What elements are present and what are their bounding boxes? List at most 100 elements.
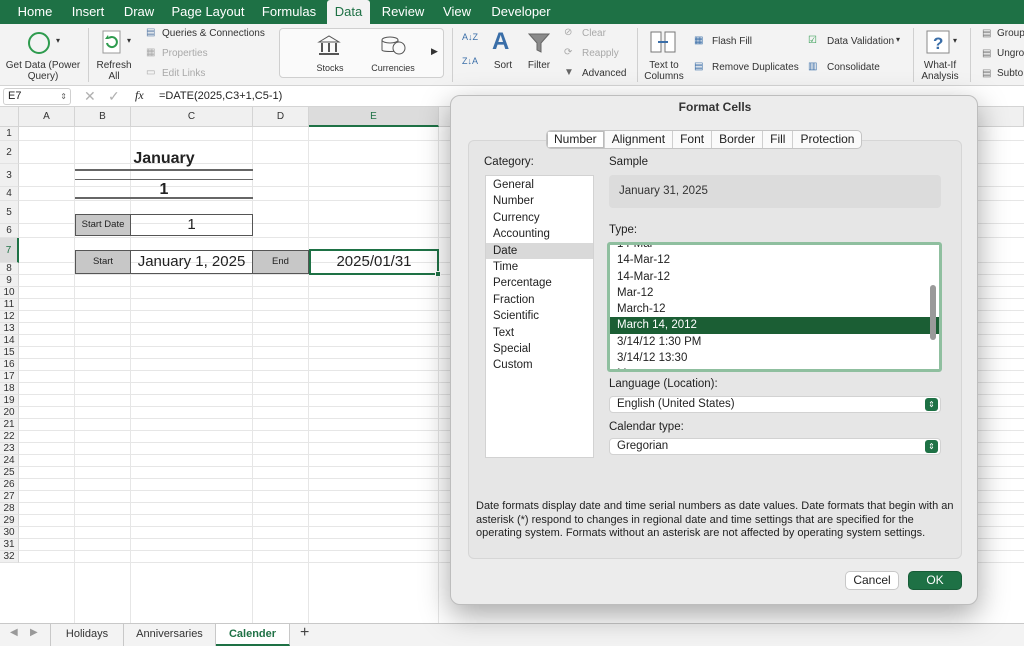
row-header[interactable]: 32 [0,551,19,563]
column-header[interactable]: E [309,107,439,127]
list-item[interactable]: Text [486,325,593,341]
cancel-button[interactable]: Cancel [845,571,899,590]
column-header[interactable]: A [19,107,75,127]
calendar-type-select[interactable]: Gregorian ⇕ [609,438,941,455]
row-header[interactable]: 27 [0,491,19,503]
list-item[interactable]: Custom [486,357,593,373]
cancel-icon[interactable]: ✕ [84,88,96,105]
list-item-selected[interactable]: Date [486,242,593,259]
list-item[interactable]: Accounting [486,226,593,242]
get-data-button[interactable]: Get Data (Power Query) [2,60,84,82]
fill-handle[interactable] [435,271,441,277]
row-header[interactable]: 5 [0,201,19,224]
edit-links-button[interactable]: Edit Links [162,68,205,79]
column-header[interactable]: C [131,107,253,127]
tab-page-layout[interactable]: Page Layout [166,0,250,24]
list-item[interactable]: 3/14/12 1:30 PM [610,334,939,350]
row-header[interactable]: 29 [0,515,19,527]
ok-button[interactable]: OK [908,571,962,590]
list-item[interactable]: 3/14/12 13:30 [610,350,939,366]
tab-font[interactable]: Font [673,131,713,148]
subtotal-button[interactable]: Subto [997,68,1023,79]
list-item[interactable]: Fraction [486,292,593,308]
tab-fill[interactable]: Fill [763,131,794,148]
tab-draw[interactable]: Draw [116,0,162,24]
start-value[interactable]: January 1, 2025 [131,250,253,274]
list-item[interactable]: General [486,177,593,193]
row-header[interactable]: 1 [0,127,19,141]
sheet-tab-anniversaries[interactable]: Anniversaries [124,624,216,646]
list-item[interactable]: 14-Mar-12 [610,252,939,268]
list-item[interactable]: Special [486,341,593,357]
sort-button[interactable]: Sort [488,60,518,71]
formula-input[interactable]: =DATE(2025,C3+1,C5-1) [159,90,282,102]
list-item[interactable]: Scientific [486,308,593,324]
language-select[interactable]: English (United States) ⇕ [609,396,941,413]
row-header[interactable]: 9 [0,275,19,287]
sheet-tab-holidays[interactable]: Holidays [50,624,124,646]
row-header[interactable]: 13 [0,323,19,335]
row-header[interactable]: 21 [0,419,19,431]
data-validation-button[interactable]: Data Validation [827,36,894,47]
tab-number[interactable]: Number [547,131,605,148]
stocks-button[interactable]: Stocks [305,63,355,74]
month-title[interactable]: January [75,146,253,171]
what-if-analysis-button[interactable]: What-If Analysis [916,60,964,82]
row-header[interactable]: 15 [0,347,19,359]
sort-desc-icon[interactable]: Z↓A [462,56,478,66]
row-header[interactable]: 18 [0,383,19,395]
list-item[interactable]: 14-Mar [610,245,939,252]
reapply-button[interactable]: Reapply [582,48,619,59]
group-button[interactable]: Group [997,28,1024,39]
add-sheet-icon[interactable]: + [300,624,309,642]
properties-button[interactable]: Properties [162,48,208,59]
month-number[interactable]: 1 [75,179,253,199]
list-item[interactable]: Currency [486,210,593,226]
start-label[interactable]: Start [75,250,131,274]
chevron-updown-icon[interactable]: ⇕ [60,89,67,104]
list-item[interactable]: March-12 [610,301,939,317]
select-all-corner[interactable] [0,107,19,127]
row-header[interactable]: 12 [0,311,19,323]
tab-data[interactable]: Data [327,0,370,24]
row-header[interactable]: 26 [0,479,19,491]
type-list-scrollbar[interactable] [930,285,936,340]
list-item-selected[interactable]: March 14, 2012 [610,317,939,334]
category-list[interactable]: General Number Currency Accounting Date … [485,175,594,458]
row-header[interactable]: 23 [0,443,19,455]
row-header[interactable]: 17 [0,371,19,383]
column-header[interactable]: D [253,107,309,127]
end-label[interactable]: End [253,250,309,274]
refresh-all-button[interactable]: Refresh All [93,60,135,82]
enter-icon[interactable]: ✓ [108,88,120,105]
row-header[interactable]: 31 [0,539,19,551]
start-date-value[interactable]: 1 [131,214,253,236]
row-header[interactable]: 3 [0,164,19,187]
list-item[interactable]: Percentage [486,275,593,291]
queries-connections-button[interactable]: Queries & Connections [162,28,265,39]
row-header[interactable]: 30 [0,527,19,539]
row-header[interactable]: 8 [0,263,19,275]
sheet-tab-calender[interactable]: Calender [216,624,290,646]
filter-button[interactable]: Filter [524,60,554,71]
text-to-columns-button[interactable]: Text to Columns [640,60,688,82]
scroll-left-icon[interactable]: ◀ [10,627,18,638]
list-item[interactable]: 14-Mar-12 [610,269,939,285]
row-header[interactable]: 28 [0,503,19,515]
consolidate-button[interactable]: Consolidate [827,62,880,73]
row-header[interactable]: 10 [0,287,19,299]
list-item[interactable]: Time [486,259,593,275]
list-item[interactable]: M [610,366,939,369]
row-header[interactable]: 25 [0,467,19,479]
tab-developer[interactable]: Developer [486,0,556,24]
tab-insert[interactable]: Insert [64,0,112,24]
row-header[interactable]: 24 [0,455,19,467]
row-header[interactable]: 2 [0,141,19,164]
advanced-button[interactable]: Advanced [582,68,626,79]
tab-protection[interactable]: Protection [793,131,861,148]
currencies-button[interactable]: Currencies [366,63,420,74]
function-icon[interactable]: fx [135,88,144,103]
list-item[interactable]: Number [486,193,593,209]
row-header[interactable]: 19 [0,395,19,407]
tab-view[interactable]: View [436,0,478,24]
